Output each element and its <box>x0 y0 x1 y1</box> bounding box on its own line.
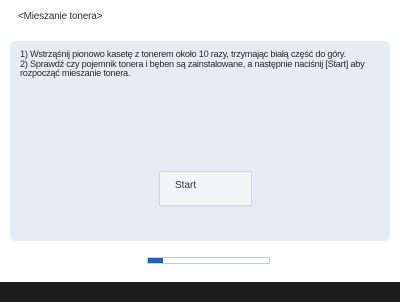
progress-bar-fill <box>148 258 163 263</box>
instruction-panel: 1) Wstrząśnij pionowo kasetę z tonerem o… <box>10 41 390 241</box>
progress-bar <box>147 257 270 264</box>
bottom-bar <box>0 282 400 302</box>
start-button-label: Start <box>175 180 197 191</box>
start-button[interactable]: Start <box>159 171 252 206</box>
instruction-step-2: 2) Sprawdź czy pojemnik tonera i bęben s… <box>20 58 365 78</box>
screen-title: <Mieszanie tonera> <box>18 11 103 22</box>
instructions-text: 1) Wstrząśnij pionowo kasetę z tonerem o… <box>20 49 365 79</box>
